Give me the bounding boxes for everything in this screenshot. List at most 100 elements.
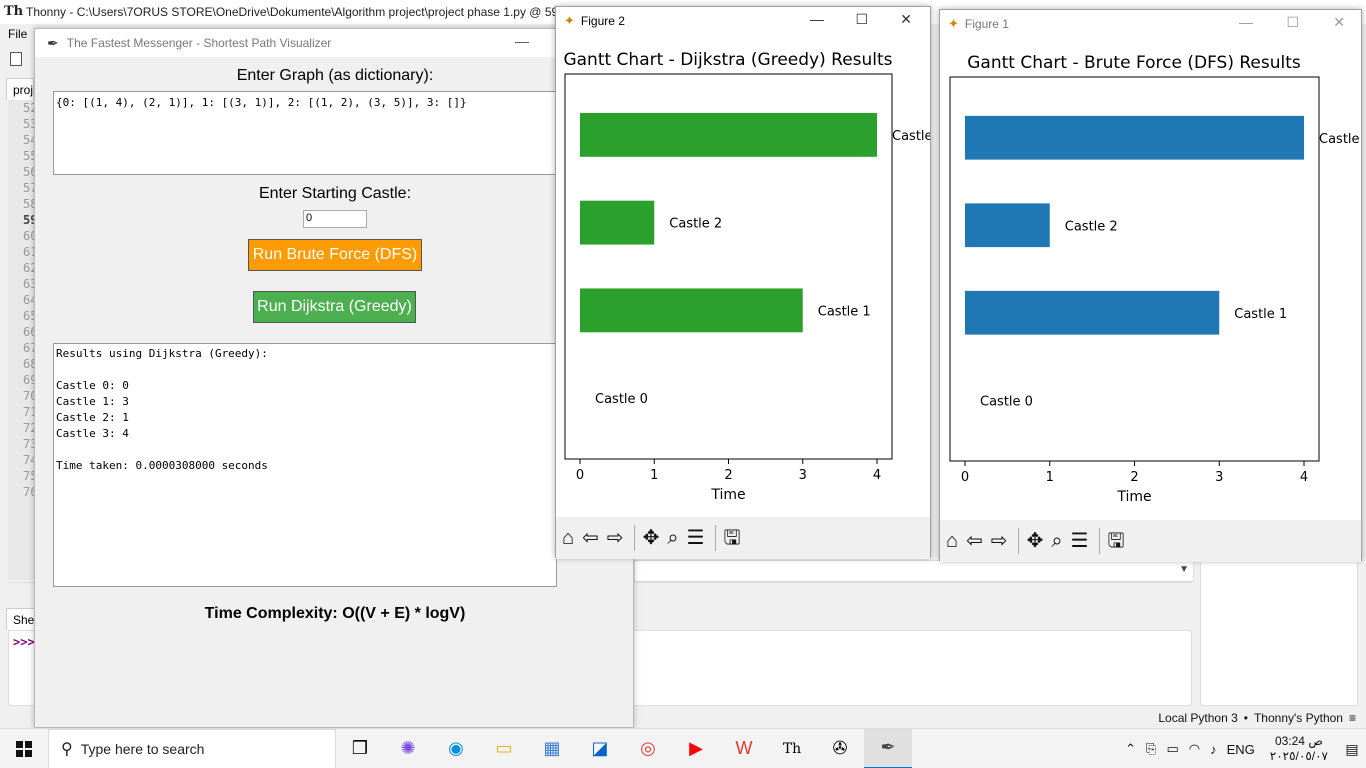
toolbar-separator: [1098, 528, 1100, 554]
back-icon[interactable]: ⇦: [966, 531, 983, 551]
battery-icon[interactable]: ▭: [1166, 741, 1178, 757]
maximize-icon[interactable]: ☐: [1286, 14, 1299, 31]
pan-icon[interactable]: ✥: [643, 528, 660, 548]
bar-label: Castle 2: [1065, 219, 1118, 234]
bar-label: Castle 0: [595, 392, 648, 407]
store-icon[interactable]: ▦: [528, 729, 576, 768]
line-number: 56: [23, 165, 38, 179]
notification-icon[interactable]: ▤: [1338, 741, 1366, 758]
result-line: [56, 362, 554, 378]
brute-force-gantt-chart[interactable]: Gantt Chart - Brute Force (DFS) Results C…: [940, 38, 1361, 520]
figure-2-title: Figure 2: [580, 14, 625, 28]
taskbar-search[interactable]: ⚲ Type here to search: [48, 728, 336, 768]
edge-icon[interactable]: ◉: [432, 729, 480, 768]
wifi-icon[interactable]: ◠: [1189, 741, 1200, 757]
maximize-icon[interactable]: ☐: [855, 11, 868, 28]
thonny-taskbar-icon[interactable]: Th: [768, 729, 816, 768]
minimize-icon[interactable]: —: [1239, 14, 1253, 30]
configure-icon[interactable]: ☰: [687, 528, 705, 548]
chevron-up-icon[interactable]: ⌃: [1125, 741, 1136, 757]
figure-1-title: Figure 1: [964, 17, 1009, 31]
result-line: Castle 0: 0: [56, 379, 129, 392]
line-number: 55: [23, 149, 38, 163]
task-view-icon[interactable]: ❒: [336, 729, 384, 768]
search-icon: ⚲: [61, 740, 73, 758]
home-icon[interactable]: ⌂: [946, 531, 958, 551]
chart-title: Gantt Chart - Dijkstra (Greedy) Results: [563, 50, 892, 70]
forward-icon[interactable]: ⇨: [991, 531, 1008, 551]
feather-icon: ✒: [47, 34, 59, 51]
graph-input[interactable]: {0: [(1, 4), (2, 1)], 1: [(3, 1)], 2: [(…: [53, 91, 563, 175]
tk-feather-taskbar-icon[interactable]: ✒: [864, 728, 912, 768]
youtube-icon[interactable]: ▶: [672, 729, 720, 768]
bar: [580, 112, 877, 157]
graph-label: Enter Graph (as dictionary):: [236, 67, 434, 84]
line-number: 53: [23, 117, 38, 131]
pan-icon[interactable]: ✥: [1027, 531, 1044, 551]
home-icon[interactable]: ⌂: [562, 528, 574, 548]
back-icon[interactable]: ⇦: [582, 528, 599, 548]
save-icon[interactable]: 🖫: [724, 528, 741, 548]
x-tick-label: 4: [873, 468, 881, 483]
close-icon[interactable]: ✕: [1333, 14, 1345, 31]
line-number: 71: [23, 405, 38, 419]
wps-office-icon[interactable]: W: [720, 729, 768, 768]
x-tick-label: 4: [1300, 470, 1308, 485]
figure-2-window: ✦ Figure 2 — ☐ ✕ Gantt Chart - Dijkstra …: [555, 6, 931, 559]
editor-tab[interactable]: proj: [6, 78, 34, 100]
minimize-icon[interactable]: —: [810, 11, 824, 27]
scroll-down-icon[interactable]: ▼: [1179, 564, 1189, 575]
line-number: 61: [23, 245, 38, 259]
line-number: 58: [23, 197, 38, 211]
line-number: 57: [23, 181, 38, 195]
x-tick-label: 3: [799, 468, 807, 483]
shell-tab[interactable]: Shel: [6, 608, 36, 630]
clock-date: ٢٠٢٥/٠٥/٠٧: [1269, 749, 1328, 763]
bar: [580, 288, 803, 333]
status-interpreter[interactable]: Local Python 3: [1158, 711, 1237, 725]
x-tick-label: 1: [650, 468, 658, 483]
new-file-icon[interactable]: [10, 52, 22, 66]
line-number: 74: [23, 453, 38, 467]
start-button[interactable]: [0, 729, 48, 768]
status-menu-icon[interactable]: ≡: [1349, 711, 1356, 725]
volume-icon[interactable]: ♪: [1210, 742, 1217, 757]
zoom-icon[interactable]: ⌕: [1051, 531, 1062, 551]
line-number: 62: [23, 261, 38, 275]
dijkstra-gantt-chart[interactable]: Gantt Chart - Dijkstra (Greedy) Results C…: [556, 35, 930, 517]
toolbar-separator: [1017, 528, 1019, 554]
x-tick-label: 0: [576, 468, 584, 483]
chrome-icon[interactable]: ◎: [624, 729, 672, 768]
minimize-icon[interactable]: —: [515, 33, 529, 49]
clock[interactable]: 03:24 ص ٢٠٢٥/٠٥/٠٧: [1270, 734, 1328, 764]
x-axis-label: Time: [1116, 489, 1151, 505]
copilot-icon[interactable]: ✺: [384, 729, 432, 768]
status-python[interactable]: Thonny's Python: [1254, 711, 1343, 725]
editor-area[interactable]: ▼: [634, 560, 1194, 582]
line-number: 64: [23, 293, 38, 307]
line-number-gutter: 52 53 54 55 56 57 58 59 60 61 62 63 64 65 66 67 68 69 70 71…: [8, 100, 38, 580]
line-number: 67: [23, 341, 38, 355]
outlook-icon[interactable]: ◪: [576, 729, 624, 768]
close-icon[interactable]: ✕: [900, 11, 912, 28]
line-number: 68: [23, 357, 38, 371]
matplotlib-icon: ✦: [564, 13, 575, 28]
usb-icon[interactable]: ⎘: [1146, 741, 1156, 757]
time-complexity-label: Time Complexity: O((V + E) * logV): [204, 605, 466, 622]
file-explorer-icon[interactable]: ▭: [480, 729, 528, 768]
line-number: 60: [23, 229, 38, 243]
start-castle-input[interactable]: 0: [303, 210, 367, 228]
chatgpt-icon[interactable]: ✇: [816, 729, 864, 768]
side-panel: [1200, 560, 1358, 706]
zoom-icon[interactable]: ⌕: [667, 528, 678, 548]
save-icon[interactable]: 🖫: [1108, 531, 1125, 551]
configure-icon[interactable]: ☰: [1071, 531, 1089, 551]
line-number: 76: [23, 485, 38, 499]
run-dijkstra-button[interactable]: Run Dijkstra (Greedy): [253, 291, 416, 323]
language-indicator[interactable]: ENG: [1227, 742, 1255, 757]
run-brute-force-button[interactable]: Run Brute Force (DFS): [248, 239, 422, 271]
results-output[interactable]: Results using Dijkstra (Greedy): Castle 0…: [53, 343, 557, 587]
result-line: Time taken: 0.0000308000 seconds: [56, 459, 268, 472]
forward-icon[interactable]: ⇨: [607, 528, 624, 548]
bar-label: Castle: [1319, 132, 1360, 147]
